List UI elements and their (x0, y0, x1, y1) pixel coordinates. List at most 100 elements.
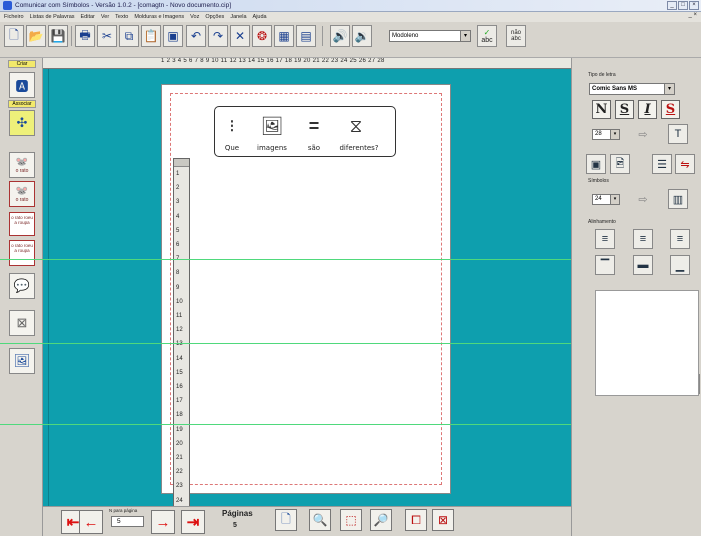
underline-button[interactable]: S (615, 100, 634, 119)
last-page-icon[interactable]: ⇥ (181, 510, 205, 534)
vertical-ruler[interactable]: 1234567891011121314151617181920212223242… (173, 158, 190, 536)
tab-associate[interactable]: Associar (8, 100, 36, 108)
list-icon[interactable]: ☰ (652, 154, 672, 174)
vertical-ruler-tick: 1 (176, 171, 180, 177)
menu-options[interactable]: Opções (205, 14, 224, 20)
italic-button[interactable]: I (638, 100, 657, 119)
menu-text[interactable]: Texto (115, 14, 128, 20)
pages-per-input[interactable]: 5 (111, 516, 144, 527)
bold-button[interactable]: N (592, 100, 611, 119)
left-palette: Criar 🅰 Associar ✣ 🐭 o rato 🐭 o rato o r… (0, 58, 43, 536)
abc-label: abc (481, 37, 493, 44)
text-color-icon[interactable]: T (668, 124, 688, 144)
close-button[interactable]: × (689, 1, 699, 10)
save-icon[interactable]: 💾 (48, 25, 68, 47)
no-abc-button[interactable]: não abc (506, 25, 526, 47)
fit-page-icon[interactable]: ⬚ (340, 509, 362, 531)
next-page-icon[interactable]: → (151, 510, 175, 534)
frame-text-button[interactable]: 🐭 o rato (9, 152, 35, 178)
paste-icon[interactable]: 📋 (141, 25, 161, 47)
vertical-ruler-tick: 24 (176, 497, 183, 504)
rat-icon: 🐭 (15, 156, 29, 168)
font-size-dropdown[interactable]: 28 ▾ (592, 129, 620, 140)
cut-icon[interactable]: ✂ (97, 25, 117, 47)
menu-voice[interactable]: Voz (190, 14, 199, 20)
speak-word-icon[interactable]: 🔉 (352, 25, 372, 47)
abc-button[interactable]: ✓ abc (477, 25, 497, 47)
picture-frame-icon[interactable]: 🖻 (610, 154, 630, 174)
grid-icon[interactable]: ▤ (296, 25, 316, 47)
open-folder-icon[interactable]: 📂 (26, 25, 46, 47)
zoom-icon[interactable]: 🔎 (370, 509, 392, 531)
create-symbol-button[interactable]: 🅰 (9, 72, 35, 98)
minimize-button[interactable]: _ (667, 1, 677, 10)
zoom-page-icon[interactable]: 🔍 (309, 509, 331, 531)
delete-page-icon[interactable]: ⊠ (432, 509, 454, 531)
chevron-down-icon[interactable]: ▾ (664, 84, 674, 94)
line-spacing-icon[interactable]: ⇋ (675, 154, 695, 174)
font-size-arrow-icon[interactable]: ⇨ (633, 124, 653, 144)
window-title: Comunicar com Símbolos - Versão 1.0.2 - … (15, 2, 232, 9)
symbol-wizard-icon[interactable]: ❂ (252, 25, 272, 47)
delete-icon[interactable]: ✕ (230, 25, 250, 47)
page-icon[interactable]: 🗋 (275, 509, 297, 531)
voice-dropdown[interactable]: Modoleno ▾ (389, 30, 471, 42)
word-sao: são (307, 144, 321, 152)
vertical-ruler-tick: 9 (176, 284, 180, 291)
new-document-icon[interactable]: 🗋 (4, 25, 24, 47)
symbol-sentence-frame[interactable]: ⁝ 🖼 = ⧖ Que imagens são diferentes? (214, 106, 396, 157)
equals-icon: = (308, 115, 320, 136)
tab-create[interactable]: Criar (8, 60, 36, 68)
align-right-icon[interactable]: ≡ (670, 229, 690, 249)
vertical-ruler-tick: 15 (176, 369, 183, 376)
copy-icon[interactable]: ⧉ (119, 25, 139, 47)
symbol-size-dropdown[interactable]: 24 ▾ (592, 194, 620, 205)
valign-bottom-icon[interactable]: ▁ (670, 255, 690, 275)
strike-button[interactable]: S (661, 100, 680, 119)
chevron-down-icon[interactable]: ▾ (610, 195, 619, 204)
menu-view[interactable]: Ver (101, 14, 109, 20)
menu-help[interactable]: Ajuda (253, 14, 267, 20)
vertical-ruler-tick: 2 (176, 185, 180, 192)
chevron-down-icon[interactable]: ▾ (460, 31, 470, 41)
menu-edit[interactable]: Editar (81, 14, 95, 20)
window-controls: _ □ × (667, 1, 699, 10)
sentence-frame-button-2[interactable]: o rato roeu a roupa (9, 240, 35, 266)
undo-icon[interactable]: ↶ (186, 25, 206, 47)
symbol-size-arrow-icon[interactable]: ⇨ (633, 189, 653, 209)
align-center-icon[interactable]: ≡ (633, 229, 653, 249)
frame-text-button-2[interactable]: 🐭 o rato (9, 181, 35, 207)
menu-word-lists[interactable]: Listas de Palavras (30, 14, 75, 20)
mdi-controls[interactable]: _ × (688, 12, 697, 18)
voice-dropdown-value: Modoleno (392, 33, 419, 39)
redo-icon[interactable]: ↷ (208, 25, 228, 47)
chevron-down-icon[interactable]: ▾ (610, 130, 619, 139)
maximize-button[interactable]: □ (678, 1, 688, 10)
associate-grid-button[interactable]: ✣ (9, 110, 35, 136)
menu-frames-images[interactable]: Molduras e Imagens (134, 14, 184, 20)
menu-window[interactable]: Janela (230, 14, 246, 20)
sentence-frame-button[interactable]: o rato roeu a roupa (9, 212, 35, 236)
add-page-icon[interactable]: ⧠ (405, 509, 427, 531)
speech-bubble-icon[interactable]: 💬 (9, 273, 35, 299)
frame-style-icon[interactable]: ▣ (586, 154, 606, 174)
frame-icon[interactable]: ⊠ (9, 310, 35, 336)
frame-text-label-2: o rato (15, 196, 29, 203)
symbol-color-icon[interactable]: ▥ (668, 189, 688, 209)
vertical-ruler-tick: 11 (176, 313, 183, 319)
paste-special-icon[interactable]: ▣ (163, 25, 183, 47)
vertical-ruler-tick: 12 (176, 327, 183, 334)
font-family-dropdown[interactable]: Comic Sans MS ▾ (589, 83, 675, 95)
align-left-icon[interactable]: ≡ (595, 229, 615, 249)
print-icon[interactable]: 🖶 (75, 25, 95, 47)
pages-title: Páginas (222, 509, 253, 518)
valign-middle-icon[interactable]: ▬ (633, 255, 653, 275)
speak-icon[interactable]: 🔊 (330, 25, 350, 47)
vertical-ruler-tick: 18 (176, 412, 183, 419)
insert-image-icon[interactable]: 🖼 (9, 348, 35, 374)
menu-file[interactable]: Ficheiro (4, 14, 24, 20)
pages-per-label: N para página (109, 508, 138, 513)
color-palette-icon[interactable]: ▦ (274, 25, 294, 47)
previous-page-icon[interactable]: ← (79, 510, 103, 534)
valign-top-icon[interactable]: ▔ (595, 255, 615, 275)
